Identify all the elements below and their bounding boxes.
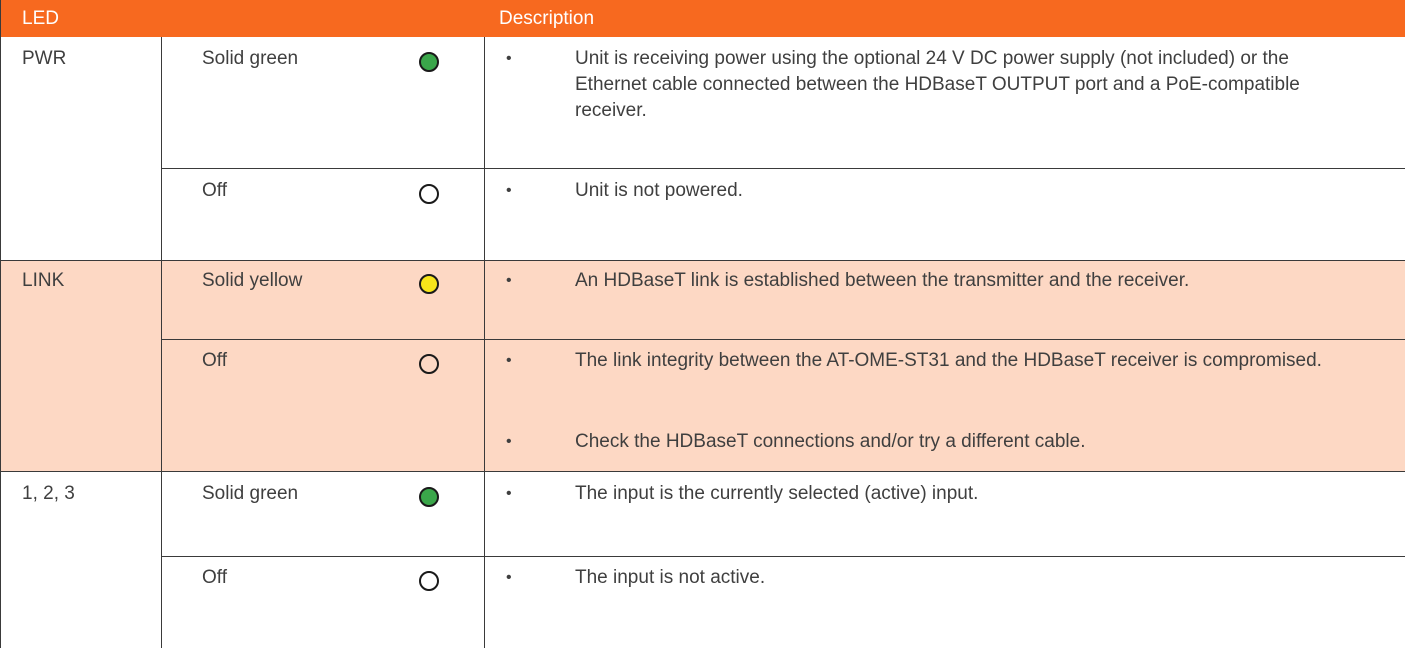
table-header: LED Description — [1, 0, 1405, 37]
bullet-icon: • — [506, 182, 512, 199]
state-label: Off — [202, 567, 227, 588]
row-divider — [161, 168, 1405, 169]
led-name-pwr: PWR — [22, 48, 67, 69]
led-off-indicator-icon — [419, 354, 439, 374]
bullet-icon: • — [506, 485, 512, 502]
description-text: The link integrity between the AT-OME-ST… — [575, 350, 1322, 371]
description-text: Unit is receiving power using the option… — [575, 48, 1300, 121]
bullet-icon: • — [506, 352, 512, 369]
group-divider — [1, 471, 1405, 472]
header-led-label: LED — [22, 8, 59, 29]
state-label: Off — [202, 350, 227, 371]
bullet-icon: • — [506, 50, 512, 67]
description-text: Check the HDBaseT connections and/or try… — [575, 431, 1086, 452]
row-divider — [161, 339, 1405, 340]
led-name-link: LINK — [22, 270, 65, 291]
led-name-inputs: 1, 2, 3 — [22, 483, 75, 504]
led-off-indicator-icon — [419, 184, 439, 204]
bullet-icon: • — [506, 433, 512, 450]
description-text: An HDBaseT link is established between t… — [575, 270, 1190, 291]
bullet-icon: • — [506, 272, 512, 289]
state-label: Off — [202, 180, 227, 201]
bullet-icon: • — [506, 569, 512, 586]
header-description-label: Description — [499, 8, 595, 29]
description-text: The input is the currently selected (act… — [575, 483, 979, 504]
led-yellow-indicator-icon — [419, 274, 439, 294]
row-divider — [161, 556, 1405, 557]
state-label: Solid green — [202, 483, 299, 504]
description-text: The input is not active. — [575, 567, 766, 588]
state-label: Solid green — [202, 48, 299, 69]
state-label: Solid yellow — [202, 270, 303, 291]
led-green-indicator-icon — [419, 52, 439, 72]
led-status-table: LED Description PWR Solid green • Unit i… — [0, 0, 1405, 648]
group-divider — [1, 260, 1405, 261]
led-green-indicator-icon — [419, 487, 439, 507]
led-off-indicator-icon — [419, 571, 439, 591]
description-text: Unit is not powered. — [575, 180, 743, 201]
